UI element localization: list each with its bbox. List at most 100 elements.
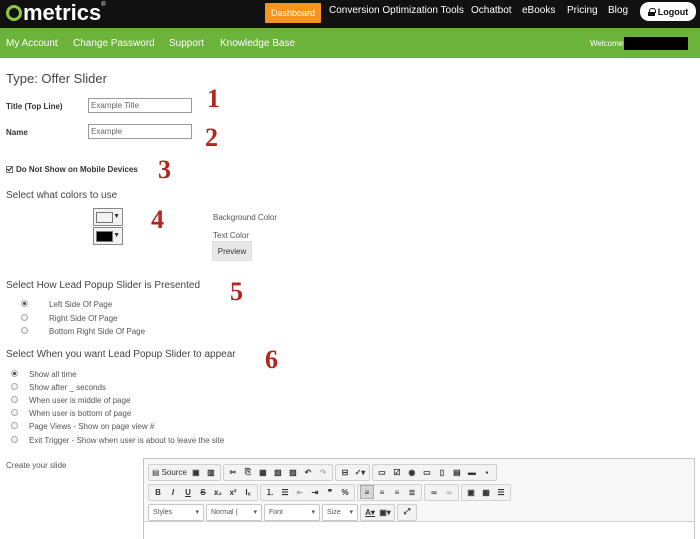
editor-content-area[interactable]	[144, 521, 694, 539]
option-left-side: Left Side Of Page	[49, 300, 113, 309]
numbered-list-icon[interactable]: ⒈	[263, 485, 277, 499]
blockquote-icon[interactable]: ❞	[323, 485, 337, 499]
preview-button[interactable]: Preview	[212, 241, 252, 261]
strike-icon[interactable]: S	[196, 485, 210, 499]
unlink-icon[interactable]: ∞	[442, 485, 456, 499]
textfield-icon[interactable]: ▭	[420, 465, 434, 479]
paste-word-icon[interactable]: ▨	[286, 465, 300, 479]
superscript-icon[interactable]: x²	[226, 485, 240, 499]
div-icon[interactable]: %	[338, 485, 352, 499]
logo-text: metrics	[23, 0, 102, 25]
appear-heading: Select When you want Lead Popup Slider t…	[6, 349, 236, 360]
table-icon[interactable]: ▦	[479, 485, 493, 499]
button-icon[interactable]: ▬	[465, 465, 479, 479]
bg-color-picker[interactable]: ▼	[93, 208, 123, 226]
paste-icon[interactable]: ▦	[256, 465, 270, 479]
size-dropdown[interactable]: Size ▾	[322, 503, 358, 521]
underline-icon[interactable]: U	[181, 485, 195, 499]
mobile-checkbox[interactable]	[6, 166, 13, 173]
logo-o-mark	[6, 5, 22, 21]
bulleted-list-icon[interactable]: ☰	[278, 485, 292, 499]
find-icon[interactable]: ⊟	[338, 465, 352, 479]
horizontal-line-icon[interactable]: ☰	[494, 485, 508, 499]
toolbar-group-insert: ▣ ▦ ☰	[461, 483, 511, 501]
text-color-label: Text Color	[213, 231, 250, 240]
logout-button[interactable]: Logout	[640, 2, 696, 21]
spellcheck-icon[interactable]: ✓▾	[353, 465, 367, 479]
source-button[interactable]: ▤ Source	[151, 465, 188, 479]
radio-middle-of-page[interactable]	[11, 396, 18, 403]
align-right-icon[interactable]: ≡	[390, 485, 404, 499]
nav-blog[interactable]: Blog	[608, 5, 628, 16]
text-color-picker[interactable]: ▼	[93, 227, 123, 245]
toolbar-row-1: ▤ Source ▣ ▥ ✂ ⎘ ▦ ▧ ▨ ↶ ↷ ⊟ ✓▾ ▭ ☑ ◉ ▭ …	[148, 463, 497, 481]
source-label: Source	[161, 467, 187, 477]
text-color-icon[interactable]: A▾	[363, 505, 377, 519]
styles-dropdown[interactable]: Styles ▾	[148, 503, 204, 521]
indent-icon[interactable]: ⇥	[308, 485, 322, 499]
radio-bottom-right[interactable]	[21, 327, 28, 334]
logo[interactable]: metrics ®	[6, 0, 106, 25]
chevron-down-icon: ▾	[311, 509, 315, 516]
maximize-icon[interactable]: ⤢	[400, 505, 414, 519]
italic-icon[interactable]: I	[166, 485, 180, 499]
radio-left-side[interactable]	[21, 300, 28, 307]
select-icon[interactable]: ▤	[450, 465, 464, 479]
toolbar-group-basic: B I U S x₂ x² Iₓ	[148, 483, 258, 501]
cut-icon[interactable]: ✂	[226, 465, 240, 479]
bg-color-icon[interactable]: ▣▾	[378, 505, 392, 519]
form-icon[interactable]: ▭	[375, 465, 389, 479]
nav-ochatbot[interactable]: Ochatbot	[471, 5, 512, 16]
chevron-down-icon: ▼	[113, 213, 120, 220]
nav-conversion-tools[interactable]: Conversion Optimization Tools	[329, 5, 464, 16]
templates-icon[interactable]: ▥	[204, 465, 218, 479]
radio-page-views[interactable]	[11, 422, 18, 429]
copy-icon[interactable]: ⎘	[241, 465, 255, 479]
format-label: Normal (	[211, 508, 238, 516]
marker-6: 6	[265, 345, 278, 374]
save-template-icon[interactable]: ▣	[189, 465, 203, 479]
align-center-icon[interactable]: ≡	[375, 485, 389, 499]
nav-change-password[interactable]: Change Password	[73, 38, 155, 49]
justify-icon[interactable]: ≣	[405, 485, 419, 499]
radio-show-after-seconds[interactable]	[11, 383, 18, 390]
radio-show-all-time[interactable]	[11, 370, 18, 377]
source-icon: ▤	[152, 467, 160, 477]
logo-registered: ®	[101, 2, 106, 8]
title-input[interactable]	[88, 98, 192, 113]
font-dropdown[interactable]: Font ▾	[264, 503, 320, 521]
nav-my-account[interactable]: My Account	[6, 38, 58, 49]
nav-knowledge-base[interactable]: Knowledge Base	[220, 38, 295, 49]
image-button-icon[interactable]: ▪	[480, 465, 494, 479]
chevron-down-icon: ▼	[113, 232, 120, 239]
create-slide-label: Create your slide	[6, 461, 67, 470]
paste-text-icon[interactable]: ▧	[271, 465, 285, 479]
align-left-icon[interactable]: ≡	[360, 485, 374, 499]
name-input[interactable]	[88, 124, 192, 139]
link-icon[interactable]: ∞	[427, 485, 441, 499]
format-dropdown[interactable]: Normal ( ▾	[206, 503, 262, 521]
radio-bottom-of-page[interactable]	[11, 409, 18, 416]
marker-2: 2	[205, 123, 218, 152]
remove-format-icon[interactable]: Iₓ	[241, 485, 255, 499]
subscript-icon[interactable]: x₂	[211, 485, 225, 499]
radio-icon[interactable]: ◉	[405, 465, 419, 479]
toolbar-group-links: ∞ ∞	[424, 483, 459, 501]
radio-right-side[interactable]	[21, 314, 28, 321]
nav-support[interactable]: Support	[169, 38, 204, 49]
dashboard-button[interactable]: Dashboard	[265, 3, 321, 23]
image-icon[interactable]: ▣	[464, 485, 478, 499]
toolbar-row-3: Styles ▾ Normal ( ▾ Font ▾ Size ▾ A▾ ▣▾ …	[148, 503, 417, 521]
redo-icon[interactable]: ↷	[316, 465, 330, 479]
redacted-username	[624, 37, 688, 50]
textarea-icon[interactable]: ▯	[435, 465, 449, 479]
outdent-icon[interactable]: ⇤	[293, 485, 307, 499]
radio-exit-trigger[interactable]	[11, 436, 18, 443]
nav-ebooks[interactable]: eBooks	[522, 5, 555, 16]
nav-pricing[interactable]: Pricing	[567, 5, 598, 16]
bold-icon[interactable]: B	[151, 485, 165, 499]
undo-icon[interactable]: ↶	[301, 465, 315, 479]
title-label: Title (Top Line)	[6, 102, 63, 111]
styles-label: Styles	[153, 508, 173, 516]
checkbox-icon[interactable]: ☑	[390, 465, 404, 479]
